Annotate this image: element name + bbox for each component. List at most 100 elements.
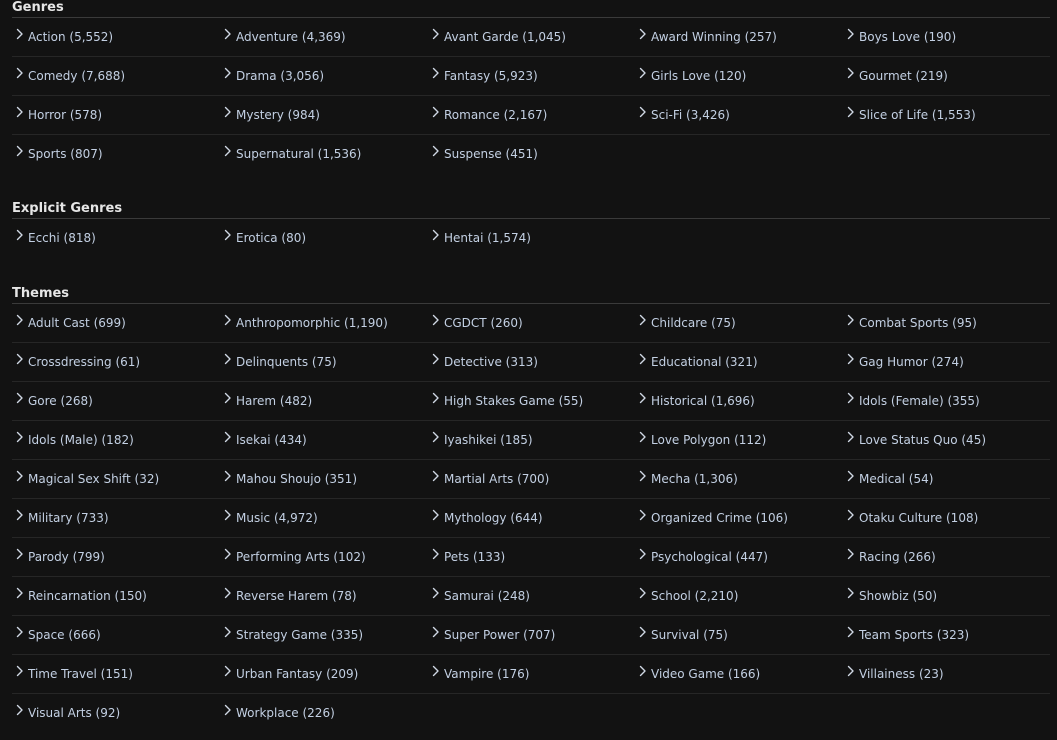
genre-link[interactable]: Ecchi (818) xyxy=(12,219,220,257)
section-title: Explicit Genres xyxy=(12,201,1050,219)
genre-link[interactable]: Erotica (80) xyxy=(220,219,428,257)
genre-link[interactable]: Anthropomorphic (1,190) xyxy=(220,304,428,343)
chevron-right-icon xyxy=(12,390,28,406)
genre-link[interactable]: High Stakes Game (55) xyxy=(428,382,635,421)
genre-link[interactable]: Psychological (447) xyxy=(635,538,843,577)
genre-link[interactable]: Slice of Life (1,553) xyxy=(843,96,1050,135)
genre-link[interactable]: Team Sports (323) xyxy=(843,616,1050,655)
genre-link[interactable]: Comedy (7,688) xyxy=(12,57,220,96)
genre-link[interactable]: CGDCT (260) xyxy=(428,304,635,343)
genre-link[interactable]: Medical (54) xyxy=(843,460,1050,499)
genre-link[interactable]: Super Power (707) xyxy=(428,616,635,655)
genre-link[interactable]: Romance (2,167) xyxy=(428,96,635,135)
chevron-right-icon xyxy=(12,624,28,640)
genre-link[interactable]: Gourmet (219) xyxy=(843,57,1050,96)
genre-link[interactable]: Visual Arts (92) xyxy=(12,694,220,732)
genre-link[interactable]: Gore (268) xyxy=(12,382,220,421)
genre-link[interactable]: Educational (321) xyxy=(635,343,843,382)
chevron-right-icon xyxy=(635,26,651,42)
chevron-right-icon xyxy=(12,351,28,367)
genre-link-label: Romance (2,167) xyxy=(444,108,548,122)
genre-link[interactable]: Crossdressing (61) xyxy=(12,343,220,382)
genre-link[interactable]: Suspense (451) xyxy=(428,135,635,173)
genre-link[interactable]: Magical Sex Shift (32) xyxy=(12,460,220,499)
chevron-right-icon xyxy=(843,351,859,367)
genre-link[interactable]: Adult Cast (699) xyxy=(12,304,220,343)
genre-link[interactable]: Showbiz (50) xyxy=(843,577,1050,616)
genre-link[interactable]: Childcare (75) xyxy=(635,304,843,343)
genre-link[interactable]: Delinquents (75) xyxy=(220,343,428,382)
genre-link[interactable]: Boys Love (190) xyxy=(843,18,1050,57)
genre-link[interactable]: Mecha (1,306) xyxy=(635,460,843,499)
genre-link[interactable]: Music (4,972) xyxy=(220,499,428,538)
genre-link[interactable]: Idols (Female) (355) xyxy=(843,382,1050,421)
genre-link[interactable]: Love Polygon (112) xyxy=(635,421,843,460)
genre-link[interactable]: Space (666) xyxy=(12,616,220,655)
genre-link[interactable]: Supernatural (1,536) xyxy=(220,135,428,173)
genre-link[interactable]: Military (733) xyxy=(12,499,220,538)
genre-link[interactable]: Strategy Game (335) xyxy=(220,616,428,655)
genre-link[interactable]: School (2,210) xyxy=(635,577,843,616)
genre-link[interactable]: Action (5,552) xyxy=(12,18,220,57)
genre-link[interactable]: Harem (482) xyxy=(220,382,428,421)
genre-link[interactable]: Reverse Harem (78) xyxy=(220,577,428,616)
genre-link[interactable]: Idols (Male) (182) xyxy=(12,421,220,460)
genre-link[interactable]: Drama (3,056) xyxy=(220,57,428,96)
genre-link[interactable]: Love Status Quo (45) xyxy=(843,421,1050,460)
genre-link[interactable]: Adventure (4,369) xyxy=(220,18,428,57)
genre-link[interactable]: Sports (807) xyxy=(12,135,220,173)
genre-link[interactable]: Detective (313) xyxy=(428,343,635,382)
genre-link[interactable]: Mahou Shoujo (351) xyxy=(220,460,428,499)
genre-link-label: Adult Cast (699) xyxy=(28,316,126,330)
chevron-right-icon xyxy=(220,227,236,243)
genre-link[interactable]: Time Travel (151) xyxy=(12,655,220,694)
chevron-right-icon xyxy=(12,546,28,562)
genre-link[interactable]: Otaku Culture (108) xyxy=(843,499,1050,538)
genre-link-label: Music (4,972) xyxy=(236,511,318,525)
genre-link[interactable]: Mystery (984) xyxy=(220,96,428,135)
chevron-right-icon xyxy=(220,702,236,718)
genre-link[interactable]: Samurai (248) xyxy=(428,577,635,616)
genre-link-label: Erotica (80) xyxy=(236,231,307,245)
genre-link[interactable]: Mythology (644) xyxy=(428,499,635,538)
genre-link[interactable]: Urban Fantasy (209) xyxy=(220,655,428,694)
chevron-right-icon xyxy=(843,104,859,120)
genre-link[interactable]: Video Game (166) xyxy=(635,655,843,694)
section-title: Themes xyxy=(12,286,1050,304)
genre-link-label: Reverse Harem (78) xyxy=(236,589,357,603)
genre-link-label: Love Polygon (112) xyxy=(651,433,767,447)
genre-link[interactable]: Organized Crime (106) xyxy=(635,499,843,538)
genre-link[interactable]: Parody (799) xyxy=(12,538,220,577)
genre-link-label: Performing Arts (102) xyxy=(236,550,366,564)
genre-link[interactable]: Gag Humor (274) xyxy=(843,343,1050,382)
genre-link[interactable]: Vampire (176) xyxy=(428,655,635,694)
genre-link[interactable]: Horror (578) xyxy=(12,96,220,135)
genre-link[interactable]: Workplace (226) xyxy=(220,694,428,732)
chevron-right-icon xyxy=(428,104,444,120)
genre-link-label: Combat Sports (95) xyxy=(859,316,977,330)
genre-link-label: Crossdressing (61) xyxy=(28,355,141,369)
genre-link[interactable]: Villainess (23) xyxy=(843,655,1050,694)
chevron-right-icon xyxy=(428,65,444,81)
genre-link[interactable]: Racing (266) xyxy=(843,538,1050,577)
genre-link[interactable]: Avant Garde (1,045) xyxy=(428,18,635,57)
genre-link[interactable]: Reincarnation (150) xyxy=(12,577,220,616)
genre-link[interactable]: Historical (1,696) xyxy=(635,382,843,421)
chevron-right-icon xyxy=(843,624,859,640)
chevron-right-icon xyxy=(428,585,444,601)
genre-link[interactable]: Isekai (434) xyxy=(220,421,428,460)
genre-link[interactable]: Fantasy (5,923) xyxy=(428,57,635,96)
genre-link[interactable]: Pets (133) xyxy=(428,538,635,577)
chevron-right-icon xyxy=(635,429,651,445)
genre-link[interactable]: Award Winning (257) xyxy=(635,18,843,57)
genre-link[interactable]: Performing Arts (102) xyxy=(220,538,428,577)
genre-link-label: Comedy (7,688) xyxy=(28,69,126,83)
genre-link[interactable]: Survival (75) xyxy=(635,616,843,655)
genre-link[interactable]: Combat Sports (95) xyxy=(843,304,1050,343)
genre-link[interactable]: Girls Love (120) xyxy=(635,57,843,96)
genre-link-label: Anthropomorphic (1,190) xyxy=(236,316,388,330)
genre-link[interactable]: Martial Arts (700) xyxy=(428,460,635,499)
genre-link[interactable]: Iyashikei (185) xyxy=(428,421,635,460)
genre-link[interactable]: Sci-Fi (3,426) xyxy=(635,96,843,135)
genre-link[interactable]: Hentai (1,574) xyxy=(428,219,635,257)
